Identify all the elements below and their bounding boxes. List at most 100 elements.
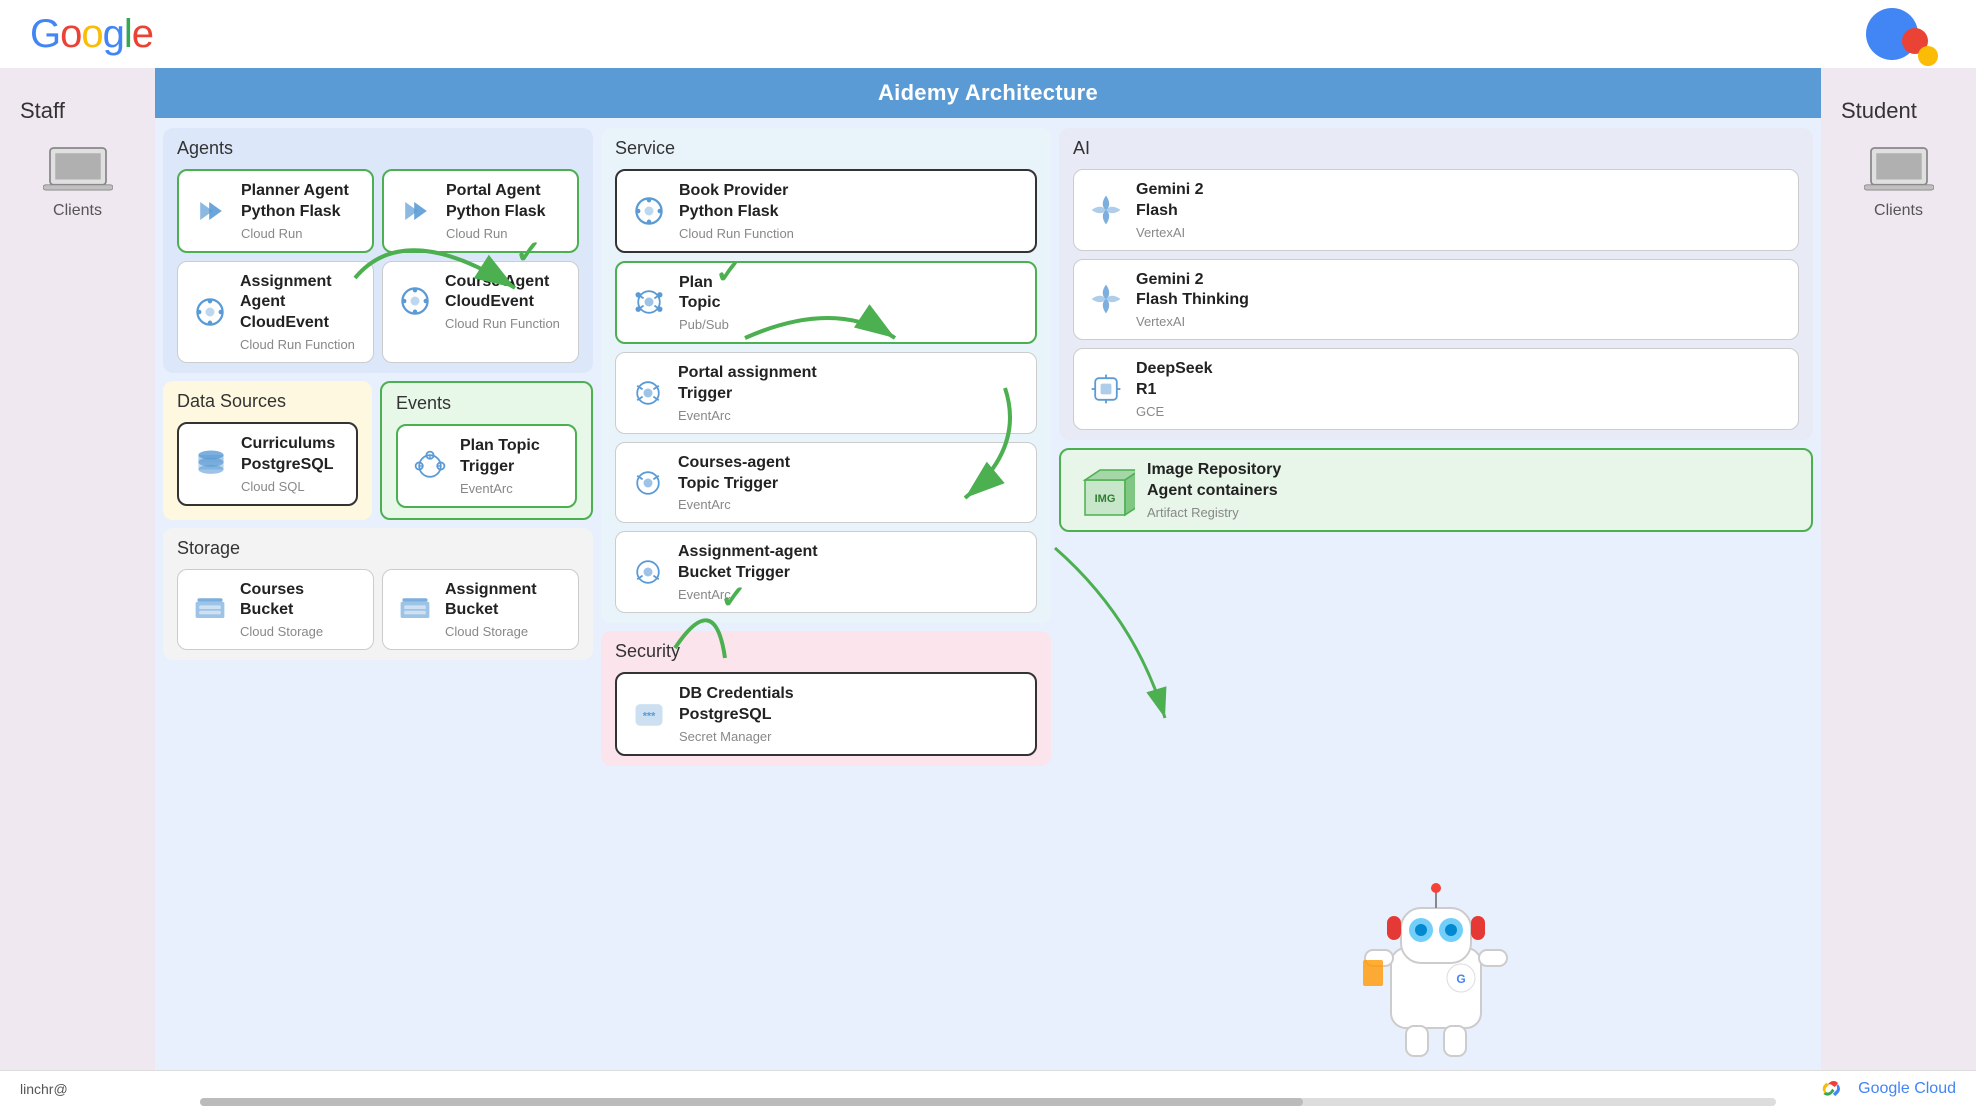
courses-agent-trigger-icon [628, 463, 668, 503]
arch-title: Aidemy Architecture [878, 80, 1098, 105]
gemini-flash-sub: VertexAI [1136, 225, 1204, 240]
ai-cards: Gemini 2Flash VertexAI [1073, 169, 1799, 430]
svg-text:***: *** [643, 710, 656, 722]
portal-assignment-trigger-icon [628, 373, 668, 413]
curriculums-name: CurriculumsPostgreSQL [241, 434, 335, 476]
courses-agent-trigger-card: Courses-agentTopic Trigger EventArc [615, 442, 1037, 524]
bottom-left-text: linchr@ [20, 1081, 68, 1097]
assignment-agent-sub: Cloud Run Function [240, 337, 361, 352]
plan-topic-trigger-sub: EventArc [460, 481, 540, 496]
assignment-agent-card: Assignment AgentCloudEvent Cloud Run Fun… [177, 261, 374, 363]
portal-agent-card: Portal AgentPython Flask Cloud Run [382, 169, 579, 253]
plan-topic-pubsub-icon [629, 282, 669, 322]
plan-topic-sub: Pub/Sub [679, 317, 729, 332]
right-column: AI [1059, 128, 1813, 1058]
security-label: Security [615, 641, 1037, 662]
gemini-thinking-name: Gemini 2Flash Thinking [1136, 270, 1249, 312]
course-agent-icon [395, 281, 435, 321]
events-section: Events [380, 381, 593, 520]
top-bar: Google [0, 0, 1976, 68]
deepseek-name: DeepSeekR1 [1136, 359, 1213, 401]
img-box: IMG [1075, 460, 1135, 520]
gemini-flash-icon [1086, 190, 1126, 230]
book-provider-sub: Cloud Run Function [679, 226, 794, 241]
scrollbar[interactable] [200, 1098, 1776, 1106]
storage-grid: CoursesBucket Cloud Storage [177, 569, 579, 651]
google-cloud-icon [1818, 1077, 1850, 1101]
service-cards: Book ProviderPython Flask Cloud Run Func… [615, 169, 1037, 613]
main-content: Staff Clients Aidemy Architecture Agents [0, 68, 1976, 1070]
curriculums-card: CurriculumsPostgreSQL Cloud SQL [177, 422, 358, 506]
agents-grid: Planner AgentPython Flask Cloud Run [177, 169, 579, 363]
gemini-thinking-sub: VertexAI [1136, 314, 1249, 329]
student-clients-label: Clients [1874, 202, 1923, 220]
deepseek-sub: GCE [1136, 404, 1213, 419]
db-credentials-name: DB CredentialsPostgreSQL [679, 684, 794, 726]
ai-section: AI [1059, 128, 1813, 440]
arch-title-bar: Aidemy Architecture [155, 68, 1821, 118]
service-section: Service [601, 128, 1051, 623]
curriculums-sub: Cloud SQL [241, 479, 335, 494]
planner-agent-card: Planner AgentPython Flask Cloud Run [177, 169, 374, 253]
portal-assignment-trigger-name: Portal assignmentTrigger [678, 363, 817, 405]
portal-assignment-trigger-sub: EventArc [678, 408, 817, 423]
book-provider-name: Book ProviderPython Flask [679, 181, 794, 223]
courses-bucket-sub: Cloud Storage [240, 624, 323, 639]
google-logo: Google [30, 12, 153, 57]
portal-agent-sub: Cloud Run [446, 226, 546, 241]
datasource-events-row: Data Sources [163, 381, 593, 520]
assignment-agent-trigger-card: Assignment-agentBucket Trigger EventArc [615, 531, 1037, 613]
artifact-img-icon: IMG [1075, 460, 1135, 520]
agents-section: Agents [163, 128, 593, 373]
book-provider-icon [629, 191, 669, 231]
artifact-registry-sub: Artifact Registry [1147, 505, 1281, 520]
staff-clients-label: Clients [53, 202, 102, 220]
gemini-thinking-card: Gemini 2Flash Thinking VertexAI [1073, 259, 1799, 341]
agents-label: Agents [177, 138, 579, 159]
ai-label: AI [1073, 138, 1799, 159]
portal-agent-name: Portal AgentPython Flask [446, 181, 546, 223]
staff-panel: Staff Clients [0, 68, 155, 1070]
courses-bucket-card: CoursesBucket Cloud Storage [177, 569, 374, 651]
courses-bucket-name: CoursesBucket [240, 580, 323, 622]
laptop-icon-student [1864, 144, 1934, 194]
artifact-registry-name: Image RepositoryAgent containers [1147, 460, 1281, 502]
svg-text:G: G [1456, 972, 1465, 986]
diagram-area: Aidemy Architecture Agents [155, 68, 1821, 1070]
service-label: Service [615, 138, 1037, 159]
portal-agent-icon [396, 191, 436, 231]
db-credentials-card: *** DB CredentialsPostgreSQL Secret Mana… [615, 672, 1037, 756]
assignment-agent-trigger-name: Assignment-agentBucket Trigger [678, 542, 818, 584]
gemini-logo [1866, 8, 1946, 68]
gemini-flash-card: Gemini 2Flash VertexAI [1073, 169, 1799, 251]
laptop-icon-staff [43, 144, 113, 194]
plan-topic-trigger-icon [410, 446, 450, 486]
scrollbar-thumb[interactable] [200, 1098, 1303, 1106]
db-credentials-sub: Secret Manager [679, 729, 794, 744]
student-panel: Student Clients [1821, 68, 1976, 1070]
plan-topic-trigger-card: Plan TopicTrigger EventArc [396, 424, 577, 508]
student-client-box: Clients [1864, 144, 1934, 220]
book-provider-card: Book ProviderPython Flask Cloud Run Func… [615, 169, 1037, 253]
assignment-agent-trigger-sub: EventArc [678, 587, 818, 602]
course-agent-name: Course AgentCloudEvent [445, 272, 560, 314]
plan-topic-trigger-name: Plan TopicTrigger [460, 436, 540, 478]
google-cloud-logo: Google Cloud [1818, 1077, 1956, 1101]
gemini-thinking-icon [1086, 279, 1126, 319]
diagram-body: Agents [155, 118, 1821, 1068]
img-label: IMG [1095, 493, 1116, 505]
storage-section: Storage [163, 528, 593, 661]
assignment-bucket-card: AssignmentBucket Cloud Storage [382, 569, 579, 651]
deepseek-icon [1086, 369, 1126, 409]
course-agent-card: Course AgentCloudEvent Cloud Run Functio… [382, 261, 579, 363]
staff-client-box: Clients [43, 144, 113, 220]
assignment-agent-icon [190, 292, 230, 332]
courses-agent-trigger-name: Courses-agentTopic Trigger [678, 453, 790, 495]
planner-agent-name: Planner AgentPython Flask [241, 181, 349, 223]
assignment-bucket-icon [395, 589, 435, 629]
artifact-registry-section: IMG Image RepositoryAgent containers Art… [1059, 448, 1813, 532]
google-cloud-text: Google Cloud [1858, 1080, 1956, 1098]
storage-label: Storage [177, 538, 579, 559]
deepseek-card: DeepSeekR1 GCE [1073, 348, 1799, 430]
planner-agent-icon [191, 191, 231, 231]
